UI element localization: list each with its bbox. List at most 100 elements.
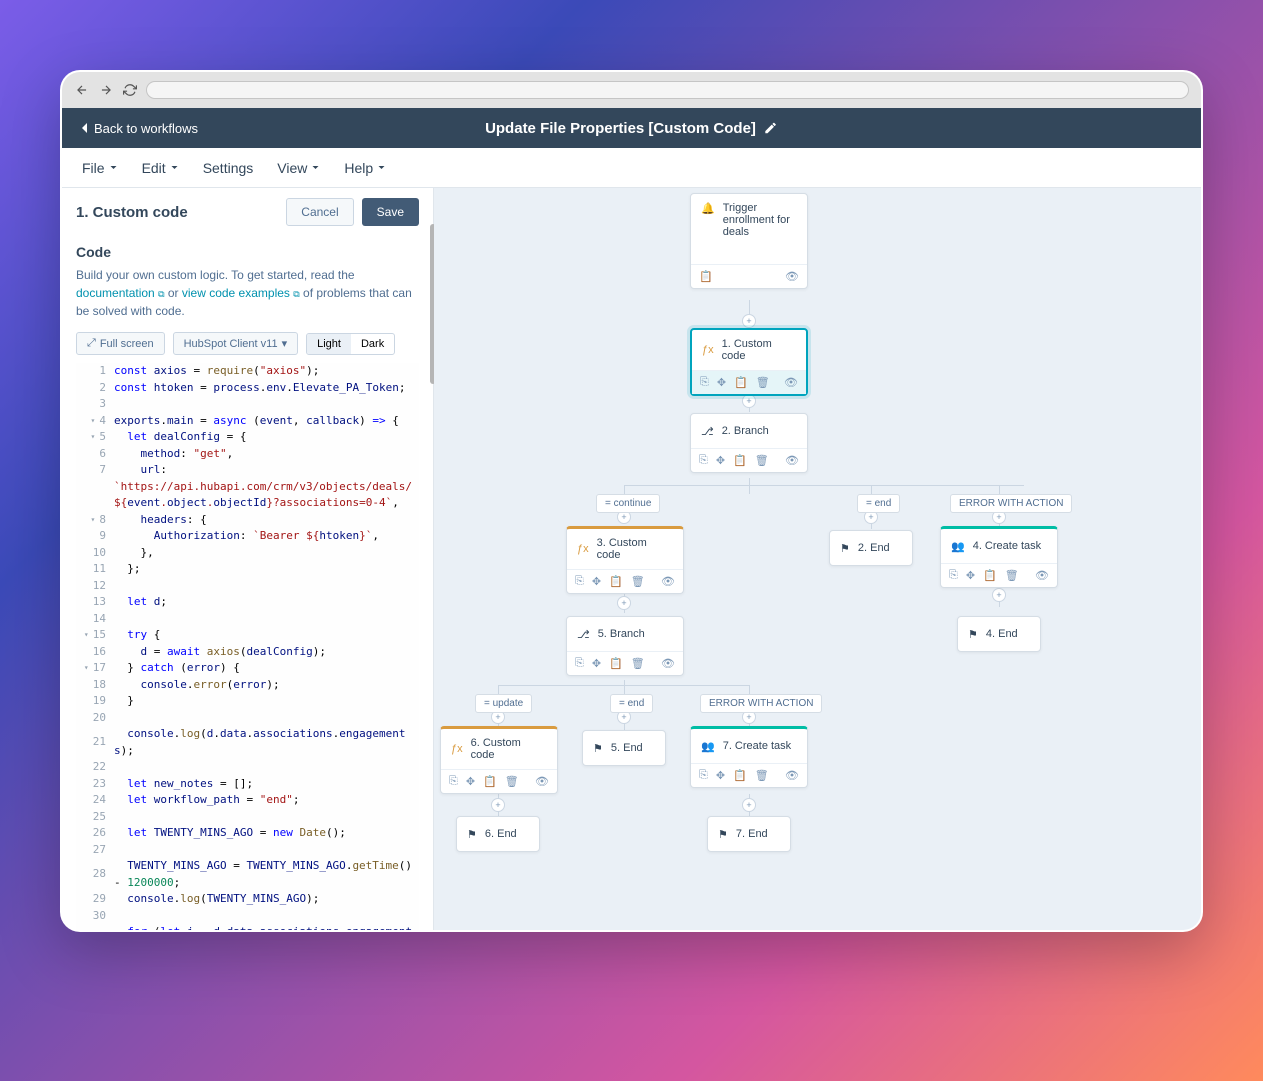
node-label: 4. Create task [973, 540, 1041, 552]
menu-help[interactable]: Help [344, 160, 386, 176]
node-custom-code-3[interactable]: ƒx3. Custom code ⎘✥📋🗑👁 [566, 526, 684, 594]
trash-icon[interactable]: 🗑 [505, 775, 519, 788]
eye-icon[interactable]: 👁 [785, 454, 799, 467]
eye-icon[interactable]: 👁 [661, 657, 675, 670]
node-label: 2. Branch [722, 425, 769, 437]
move-icon[interactable]: ✥ [466, 775, 475, 788]
copy-icon[interactable]: ⎘ [699, 454, 708, 467]
workflow-canvas[interactable]: + + + + + + + + + [434, 188, 1201, 930]
fullscreen-button[interactable]: ⤢Full screen [76, 332, 165, 355]
menu-edit[interactable]: Edit [142, 160, 179, 176]
node-end-2[interactable]: ⚑2. End [829, 530, 913, 566]
node-custom-code-6[interactable]: ƒx6. Custom code ⎘✥📋🗑👁 [440, 726, 558, 794]
branch-icon: ⎇ [701, 425, 714, 438]
app-header: Back to workflows Update File Properties… [62, 108, 1201, 148]
clipboard-icon[interactable]: 📋 [699, 270, 713, 283]
branch-continue[interactable]: = continue [596, 494, 660, 513]
forward-arrow[interactable] [98, 82, 114, 98]
trash-icon[interactable]: 🗑 [631, 657, 645, 670]
copy-icon[interactable]: ⎘ [699, 769, 708, 782]
clipboard-icon[interactable]: 📋 [733, 454, 747, 467]
eye-icon[interactable]: 👁 [661, 575, 675, 588]
trash-icon[interactable]: 🗑 [755, 454, 769, 467]
code-description: Build your own custom logic. To get star… [76, 266, 419, 320]
node-end-7[interactable]: ⚑7. End [707, 816, 791, 852]
node-label: 4. End [986, 628, 1018, 640]
clipboard-icon[interactable]: 📋 [609, 657, 623, 670]
clipboard-icon[interactable]: 📋 [733, 769, 747, 782]
copy-icon[interactable]: ⎘ [449, 775, 458, 788]
trash-icon[interactable]: 🗑 [1005, 569, 1019, 582]
node-label: 2. End [858, 542, 890, 554]
code-editor[interactable]: 1const axios = require("axios");2const h… [76, 363, 419, 930]
node-end-5[interactable]: ⚑5. End [582, 730, 666, 766]
trash-icon[interactable]: 🗑 [755, 769, 769, 782]
node-label: 7. Create task [723, 740, 791, 752]
move-icon[interactable]: ✥ [592, 575, 601, 588]
branch-end[interactable]: = end [857, 494, 900, 513]
back-arrow[interactable] [74, 82, 90, 98]
menu-file[interactable]: File [82, 160, 118, 176]
add-step-icon[interactable]: + [742, 394, 756, 408]
eye-icon[interactable]: 👁 [785, 769, 799, 782]
back-label: Back to workflows [94, 121, 198, 136]
node-branch-5[interactable]: ⎇5. Branch ⎘✥📋🗑👁 [566, 616, 684, 676]
back-to-workflows-link[interactable]: Back to workflows [80, 121, 198, 136]
clipboard-icon[interactable]: 📋 [609, 575, 623, 588]
add-step-icon[interactable]: + [992, 588, 1006, 602]
eye-icon[interactable]: 👁 [784, 376, 798, 389]
eye-icon[interactable]: 👁 [785, 270, 799, 283]
url-bar[interactable] [146, 81, 1189, 99]
node-create-task-4[interactable]: 👥4. Create task ⎘✥📋🗑👁 [940, 526, 1058, 588]
eye-icon[interactable]: 👁 [535, 775, 549, 788]
add-step-icon[interactable]: + [491, 798, 505, 812]
trash-icon[interactable]: 🗑 [631, 575, 645, 588]
cancel-button[interactable]: Cancel [286, 198, 353, 226]
trash-icon[interactable]: 🗑 [756, 376, 770, 389]
eye-icon[interactable]: 👁 [1035, 569, 1049, 582]
node-end-4[interactable]: ⚑4. End [957, 616, 1041, 652]
clipboard-icon[interactable]: 📋 [983, 569, 997, 582]
client-select[interactable]: HubSpot Client v11 ▾ [173, 332, 299, 355]
theme-toggle[interactable]: Light Dark [306, 333, 395, 355]
theme-light[interactable]: Light [307, 334, 351, 354]
copy-icon[interactable]: ⎘ [575, 575, 584, 588]
menu-settings[interactable]: Settings [203, 160, 254, 176]
chevron-down-icon [170, 163, 179, 172]
node-end-6[interactable]: ⚑6. End [456, 816, 540, 852]
copy-icon[interactable]: ⎘ [700, 376, 709, 389]
copy-icon[interactable]: ⎘ [575, 657, 584, 670]
menu-view[interactable]: View [277, 160, 320, 176]
branch-end[interactable]: = end [610, 694, 653, 713]
clipboard-icon[interactable]: 📋 [734, 376, 748, 389]
add-step-icon[interactable]: + [617, 596, 631, 610]
copy-icon[interactable]: ⎘ [949, 569, 958, 582]
add-step-icon[interactable]: + [742, 314, 756, 328]
clipboard-icon[interactable]: 📋 [483, 775, 497, 788]
node-label: 1. Custom code [722, 338, 796, 362]
branch-error[interactable]: ERROR WITH ACTION [950, 494, 1072, 513]
add-step-icon[interactable]: + [742, 798, 756, 812]
browser-window: Back to workflows Update File Properties… [60, 70, 1203, 932]
node-branch-2[interactable]: ⎇ 2. Branch ⎘ ✥ 📋 🗑 👁 [690, 413, 808, 473]
branch-update[interactable]: = update [475, 694, 532, 713]
trigger-icon: 🔔 [701, 202, 715, 215]
move-icon[interactable]: ✥ [592, 657, 601, 670]
page-title: Update File Properties [Custom Code] [485, 120, 756, 137]
refresh-icon[interactable] [122, 82, 138, 98]
theme-dark[interactable]: Dark [351, 334, 394, 354]
move-icon[interactable]: ✥ [717, 376, 726, 389]
branch-error[interactable]: ERROR WITH ACTION [700, 694, 822, 713]
move-icon[interactable]: ✥ [716, 454, 725, 467]
save-button[interactable]: Save [362, 198, 419, 226]
move-icon[interactable]: ✥ [716, 769, 725, 782]
code-heading: Code [76, 244, 419, 260]
expand-icon: ⤢ [87, 337, 96, 350]
pencil-icon[interactable] [764, 121, 778, 135]
docs-link[interactable]: documentation ⧉ [76, 286, 165, 300]
examples-link[interactable]: view code examples ⧉ [182, 286, 300, 300]
node-custom-code-1[interactable]: ƒx1. Custom code ⎘✥📋🗑👁 [690, 328, 808, 396]
node-trigger[interactable]: 🔔Trigger enrollment for deals 📋👁 [690, 193, 808, 289]
move-icon[interactable]: ✥ [966, 569, 975, 582]
node-create-task-7[interactable]: 👥7. Create task ⎘✥📋🗑👁 [690, 726, 808, 788]
